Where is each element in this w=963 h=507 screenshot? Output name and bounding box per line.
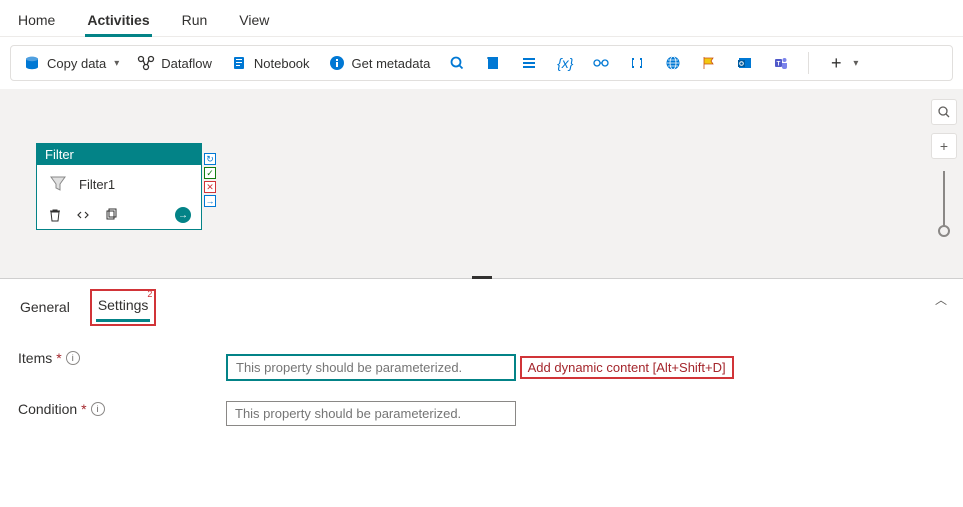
items-label: Items * i: [18, 350, 218, 366]
toolbar-separator: [808, 52, 809, 74]
info-icon: [328, 54, 346, 72]
copy-icon[interactable]: [103, 207, 119, 223]
canvas-zoom-button[interactable]: +: [931, 133, 957, 159]
outlook-icon: [736, 54, 754, 72]
teams-icon: T: [772, 54, 790, 72]
info-icon[interactable]: i: [91, 402, 105, 416]
port-skip[interactable]: →: [204, 195, 216, 207]
condition-input[interactable]: [226, 401, 516, 426]
chevron-down-icon: ▾: [853, 58, 858, 69]
info-icon[interactable]: i: [66, 351, 80, 365]
brackets-icon: [628, 54, 646, 72]
dataflow-button[interactable]: Dataflow: [137, 54, 212, 72]
variable-button[interactable]: {x}: [556, 54, 574, 72]
funnel-icon: [47, 173, 69, 195]
node-type-label: Filter: [37, 144, 201, 165]
plus-icon: +: [827, 54, 845, 72]
run-icon[interactable]: →: [175, 207, 191, 223]
get-metadata-button[interactable]: Get metadata: [328, 54, 431, 72]
script-icon: [484, 54, 502, 72]
add-dynamic-content-link[interactable]: Add dynamic content [Alt+Shift+D]: [520, 356, 734, 379]
tab-home[interactable]: Home: [16, 8, 57, 36]
copy-data-label: Copy data: [47, 56, 106, 71]
notebook-icon: [230, 54, 248, 72]
activity-node-filter[interactable]: Filter Filter1 →: [36, 143, 202, 230]
node-ports: ↻ ✓ ✕ →: [204, 153, 216, 207]
dataflow-label: Dataflow: [161, 56, 212, 71]
activities-toolbar: Copy data ▾ Dataflow Notebook Get metada…: [10, 45, 953, 81]
tab-run[interactable]: Run: [180, 8, 210, 36]
highlight-settings-tab: Settings 2: [90, 289, 157, 326]
flag-icon: [700, 54, 718, 72]
function-button[interactable]: [628, 54, 646, 72]
dataflow-icon: [137, 54, 155, 72]
error-badge: 2: [147, 289, 152, 299]
web-button[interactable]: [664, 54, 682, 72]
collapse-panel-button[interactable]: ︿: [935, 291, 947, 308]
teams-button[interactable]: T: [772, 54, 790, 72]
port-failure[interactable]: ✕: [204, 181, 216, 193]
azure-button[interactable]: [592, 54, 610, 72]
get-metadata-label: Get metadata: [352, 56, 431, 71]
pipeline-canvas[interactable]: Filter Filter1 → ↻ ✓ ✕ →: [0, 89, 963, 279]
database-icon: [23, 54, 41, 72]
port-completion[interactable]: ↻: [204, 153, 216, 165]
outlook-button[interactable]: [736, 54, 754, 72]
port-success[interactable]: ✓: [204, 167, 216, 179]
notebook-label: Notebook: [254, 56, 310, 71]
search-icon: [448, 54, 466, 72]
chevron-down-icon: ▾: [114, 58, 119, 69]
notebook-button[interactable]: Notebook: [230, 54, 310, 72]
globe-icon: [664, 54, 682, 72]
canvas-tools: +: [931, 99, 957, 231]
powerbi-button[interactable]: [700, 54, 718, 72]
stored-proc-button[interactable]: [520, 54, 538, 72]
condition-label: Condition * i: [18, 401, 218, 417]
azure-icon: [592, 54, 610, 72]
panel-tab-general[interactable]: General: [18, 295, 72, 321]
add-activity-button[interactable]: + ▾: [827, 54, 858, 72]
list-icon: [520, 54, 538, 72]
variable-icon: {x}: [556, 54, 574, 72]
script-button[interactable]: [484, 54, 502, 72]
tab-activities[interactable]: Activities: [85, 8, 151, 37]
canvas-search-button[interactable]: [931, 99, 957, 125]
node-name: Filter1: [79, 177, 115, 192]
delete-icon[interactable]: [47, 207, 63, 223]
svg-text:T: T: [777, 62, 781, 68]
tab-view[interactable]: View: [237, 8, 271, 36]
lookup-button[interactable]: [448, 54, 466, 72]
required-asterisk: *: [56, 350, 61, 366]
items-input[interactable]: [226, 354, 516, 381]
copy-data-button[interactable]: Copy data ▾: [23, 54, 119, 72]
code-icon[interactable]: [75, 207, 91, 223]
top-menu: Home Activities Run View: [0, 0, 963, 37]
required-asterisk: *: [81, 401, 86, 417]
zoom-slider[interactable]: [943, 171, 945, 231]
properties-panel: General Settings 2 ︿ Items * i Add dynam…: [0, 279, 963, 436]
panel-tab-settings[interactable]: Settings: [96, 293, 151, 322]
zoom-slider-thumb[interactable]: [938, 225, 950, 237]
